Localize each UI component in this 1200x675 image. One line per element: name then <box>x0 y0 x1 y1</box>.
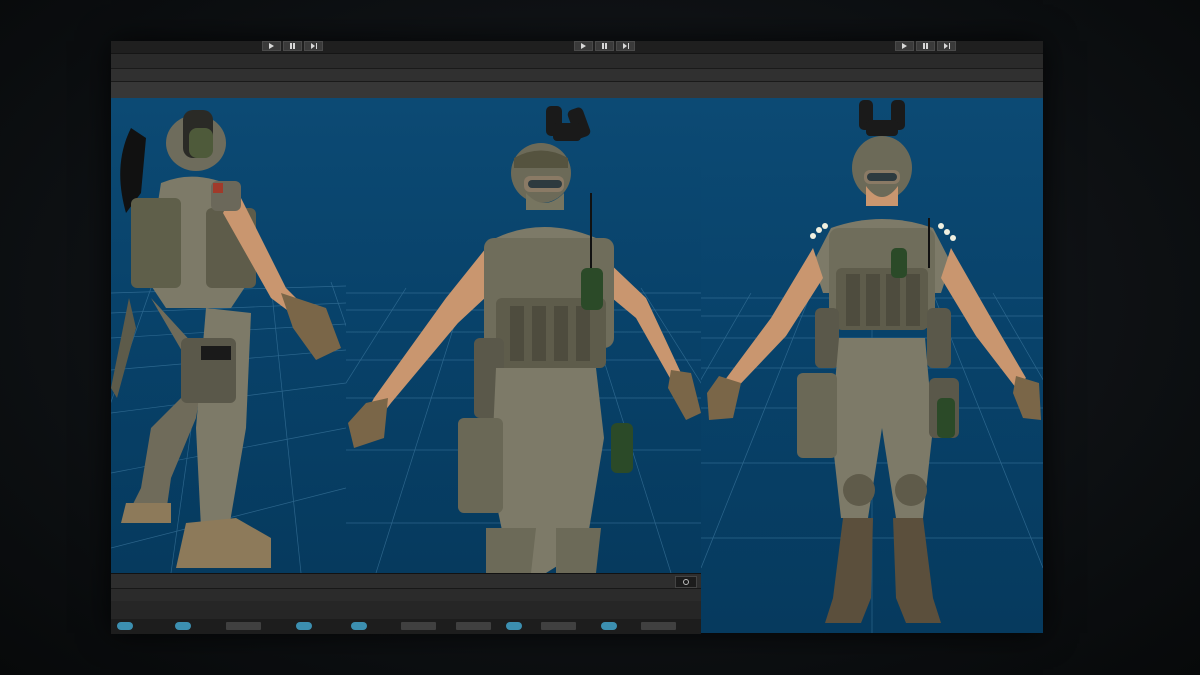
step-button[interactable] <box>937 41 956 51</box>
step-button[interactable] <box>304 41 323 51</box>
step-button[interactable] <box>616 41 635 51</box>
scene-render-front-three-quarter <box>346 106 701 573</box>
soldier-front-view <box>707 100 1041 623</box>
play-controls-bar <box>111 41 1043 54</box>
asset-thumbnail[interactable] <box>226 622 261 630</box>
asset-thumbnail[interactable] <box>296 622 312 630</box>
soldier-front-three-quarter-view <box>348 106 701 573</box>
play-button[interactable] <box>895 41 914 51</box>
editor-window <box>111 41 1043 634</box>
play-button[interactable] <box>574 41 593 51</box>
search-button[interactable] <box>675 576 697 588</box>
play-controls-group-3 <box>895 41 956 52</box>
asset-thumbnail[interactable] <box>601 622 617 630</box>
asset-thumbnail[interactable] <box>117 622 133 630</box>
asset-thumbnail[interactable] <box>541 622 576 630</box>
asset-thumbnail[interactable] <box>456 622 491 630</box>
scene-render-front <box>701 100 1043 633</box>
play-controls-group-2 <box>574 41 635 52</box>
play-icon <box>581 43 586 49</box>
asset-thumbnail-strip <box>111 619 701 634</box>
scene-viewport-front[interactable] <box>701 98 1043 633</box>
asset-thumbnail[interactable] <box>641 622 676 630</box>
scene-toolbar[interactable] <box>111 69 1043 82</box>
pause-button[interactable] <box>916 41 935 51</box>
scene-viewport-front-three-quarter[interactable] <box>346 98 701 573</box>
play-button[interactable] <box>262 41 281 51</box>
pause-button[interactable] <box>595 41 614 51</box>
soldier-back-view <box>111 110 341 568</box>
step-icon <box>943 43 950 49</box>
step-icon <box>622 43 629 49</box>
step-icon <box>310 43 317 49</box>
play-icon <box>269 43 274 49</box>
scene-viewport-back[interactable] <box>111 98 346 573</box>
play-icon <box>902 43 907 49</box>
tab-bar[interactable] <box>111 54 1043 69</box>
asset-thumbnail[interactable] <box>351 622 367 630</box>
pause-icon <box>923 43 928 49</box>
bottom-panel-header <box>111 574 701 589</box>
bottom-panel <box>111 573 701 634</box>
viewport-header <box>111 82 1043 99</box>
play-controls-group-1 <box>262 41 323 52</box>
asset-thumbnail[interactable] <box>506 622 522 630</box>
asset-thumbnail[interactable] <box>401 622 436 630</box>
magnifier-icon <box>683 579 689 585</box>
pause-icon <box>290 43 295 49</box>
pause-button[interactable] <box>283 41 302 51</box>
bottom-panel-toolbar[interactable] <box>111 589 701 601</box>
asset-thumbnail[interactable] <box>175 622 191 630</box>
pause-icon <box>602 43 607 49</box>
scene-render-back <box>111 110 346 573</box>
